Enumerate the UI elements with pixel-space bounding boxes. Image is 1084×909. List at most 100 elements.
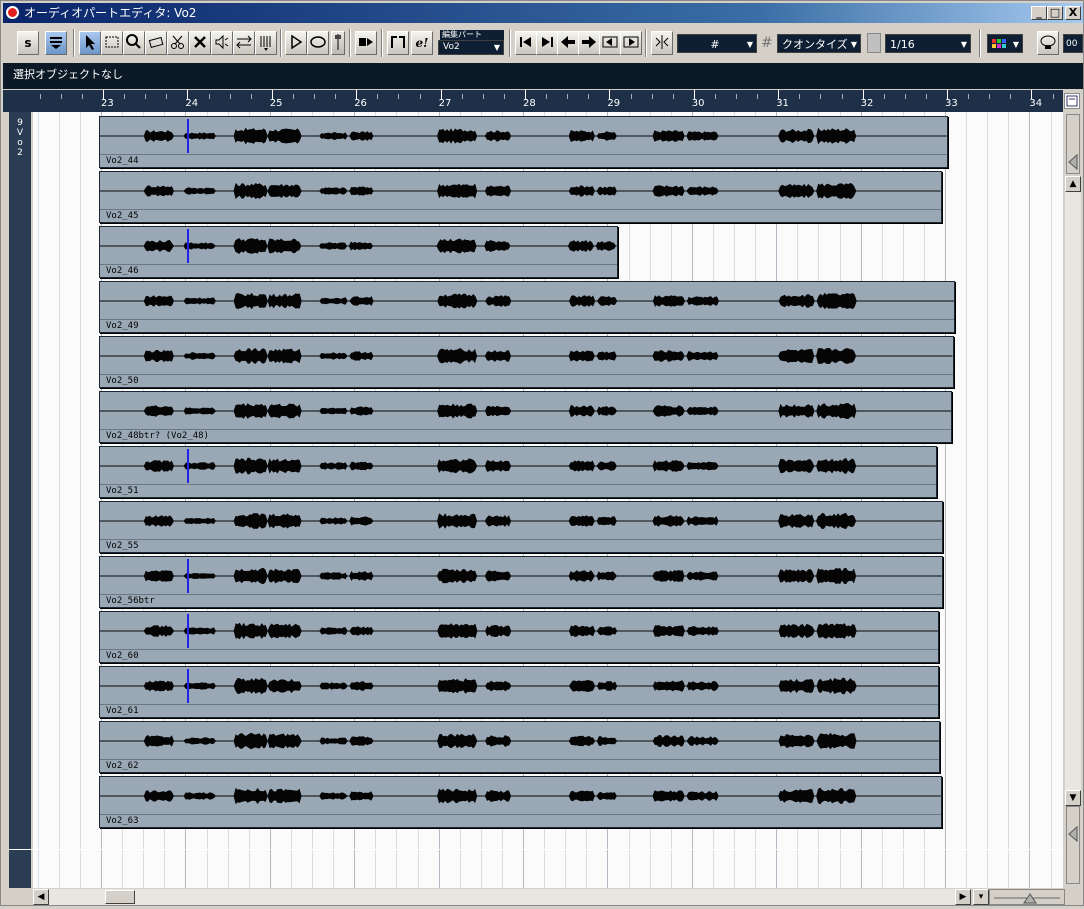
vertical-scrollbar[interactable]: ▲ ▼ xyxy=(1063,90,1083,888)
scrub-icon xyxy=(260,36,271,51)
locate-start-button[interactable] xyxy=(599,31,621,55)
ruler-beat-tick xyxy=(482,94,484,99)
range-select-tool-button[interactable] xyxy=(101,31,123,55)
split-tool-button[interactable] xyxy=(167,31,189,55)
next-hitpoint-button[interactable] xyxy=(536,31,558,55)
ruler-bar-tick xyxy=(440,90,442,99)
horizontal-scrollbar[interactable]: ◀ ▶ ▾ xyxy=(33,888,1083,905)
timewarp-tool-button[interactable] xyxy=(233,31,255,55)
scroll-down-button[interactable]: ▼ xyxy=(1065,790,1081,806)
audio-event[interactable]: Vo2_51 xyxy=(99,446,937,498)
maximize-button[interactable]: □ xyxy=(1047,6,1063,20)
snap-type-select[interactable]: # ▼ xyxy=(677,34,757,53)
audio-event[interactable]: Vo2_48btr? (Vo2_48) xyxy=(99,391,953,443)
snap-button[interactable] xyxy=(387,31,409,55)
ruler-bar-number: 24 xyxy=(185,98,199,109)
audio-event[interactable]: Vo2_49 xyxy=(99,281,956,333)
quantize-button[interactable]: クオンタイズ ▼ xyxy=(777,34,861,53)
arrow-right-icon xyxy=(582,36,596,48)
ruler-beat-tick xyxy=(883,94,885,99)
audio-event[interactable]: Vo2_50 xyxy=(99,336,954,388)
ruler-beat-tick xyxy=(714,94,716,99)
ruler-beat-tick xyxy=(925,94,927,99)
show-inspector-button[interactable] xyxy=(45,31,67,55)
ruler-bar-tick xyxy=(187,90,189,99)
scroll-left-button[interactable]: ◀ xyxy=(33,889,49,905)
prev-hitpoint-button[interactable] xyxy=(515,31,537,55)
loop-preview-button[interactable] xyxy=(307,31,329,55)
audio-event[interactable]: Vo2_62 xyxy=(99,721,941,773)
audio-event-name: Vo2_44 xyxy=(100,154,947,167)
scroll-up-button[interactable]: ▲ xyxy=(1065,176,1081,192)
horizontal-scroll-thumb[interactable] xyxy=(105,890,135,904)
ruler-beat-tick xyxy=(81,94,83,99)
vertical-zoom-slider-bottom[interactable] xyxy=(1066,806,1080,884)
waveform xyxy=(100,403,952,419)
arrow-left-icon xyxy=(561,36,575,48)
ruler-bar-number: 23 xyxy=(101,98,114,109)
move-right-button[interactable] xyxy=(578,31,600,55)
ruler-options-icon[interactable] xyxy=(1064,93,1080,109)
ruler-beat-tick xyxy=(145,94,147,99)
ruler-beat-tick xyxy=(1010,94,1012,99)
ruler-beat-tick xyxy=(377,94,379,99)
grid-line xyxy=(966,112,968,888)
audio-event[interactable]: Vo2_55 xyxy=(99,501,943,553)
ruler-bar-tick xyxy=(947,90,948,99)
scrub-tool-button[interactable] xyxy=(255,31,277,55)
vertical-scroll-track[interactable] xyxy=(1065,192,1081,790)
ruler-beat-tick xyxy=(292,94,294,99)
minimize-button[interactable]: _ xyxy=(1031,6,1047,20)
draw-tool-button[interactable] xyxy=(145,31,167,55)
ruler-beat-tick xyxy=(757,94,759,99)
snap-icon xyxy=(391,36,405,48)
audio-event[interactable]: Vo2_44 xyxy=(99,116,948,168)
autoscroll-button[interactable] xyxy=(355,31,377,55)
mute-tool-button[interactable] xyxy=(189,31,211,55)
move-left-button[interactable] xyxy=(557,31,579,55)
locate-end-button[interactable] xyxy=(620,31,642,55)
quantize-grid-icon: # xyxy=(761,35,773,51)
zoom-tool-button[interactable] xyxy=(123,31,145,55)
vertical-zoom-slider[interactable] xyxy=(1066,114,1080,174)
audio-event[interactable]: Vo2_46 xyxy=(99,226,618,278)
waveform xyxy=(100,732,940,750)
snap-zero-crossing-button[interactable] xyxy=(651,31,673,55)
waveform xyxy=(100,348,953,364)
ruler-bar-number: 33 xyxy=(945,98,958,109)
edit-part-select[interactable]: Vo2 ▼ xyxy=(438,40,504,55)
play-tool-button[interactable] xyxy=(211,31,233,55)
waveform xyxy=(100,567,942,585)
audio-event[interactable]: Vo2_45 xyxy=(99,171,942,223)
zoom-menu-button[interactable]: ▾ xyxy=(973,889,989,905)
audio-event[interactable]: Vo2_63 xyxy=(99,776,942,828)
timecode-display: 00 xyxy=(1063,34,1083,53)
color-select[interactable]: ▼ xyxy=(987,34,1023,53)
event-display[interactable]: Vo2_44 Vo2_45 Vo2_46 Vo2_49 Vo2_50 Vo2_48btr?… xyxy=(33,112,1063,888)
horizontal-scroll-track[interactable] xyxy=(49,889,955,905)
audio-event[interactable]: Vo2_61 xyxy=(99,666,940,718)
ruler-beat-tick xyxy=(841,94,843,99)
quantize-value-select[interactable]: 1/16 ▼ xyxy=(885,34,971,53)
audio-event[interactable]: Vo2_60 xyxy=(99,611,940,663)
audio-event[interactable]: Vo2_56btr xyxy=(99,556,943,608)
close-button[interactable]: X xyxy=(1065,6,1081,20)
object-select-tool-button[interactable] xyxy=(79,31,101,55)
divider xyxy=(9,849,1063,850)
horizontal-zoom-slider[interactable] xyxy=(989,889,1065,905)
title-bar[interactable]: オーディオパートエディタ: Vo2 _ □ X xyxy=(3,3,1083,23)
track-name-char: V xyxy=(16,128,24,138)
play-preview-button[interactable] xyxy=(285,31,307,55)
scroll-right-button[interactable]: ▶ xyxy=(955,889,971,905)
audio-event-name: Vo2_62 xyxy=(100,759,940,772)
quantize-label: クオンタイズ xyxy=(782,38,848,51)
solo-button[interactable]: s xyxy=(17,31,39,55)
window-layout-button[interactable] xyxy=(1037,31,1059,55)
edit-part-value: Vo2 xyxy=(443,42,460,52)
inspector-icon xyxy=(50,37,62,49)
edit-in-place-button[interactable]: e! xyxy=(411,31,433,55)
preview-volume-slider[interactable] xyxy=(331,31,345,55)
ruler-beat-tick xyxy=(166,94,168,99)
track-name-char: o xyxy=(17,138,23,148)
time-ruler[interactable]: 23 24 25 26 27 28 29 30 31 32 33 34 xyxy=(3,90,1083,112)
